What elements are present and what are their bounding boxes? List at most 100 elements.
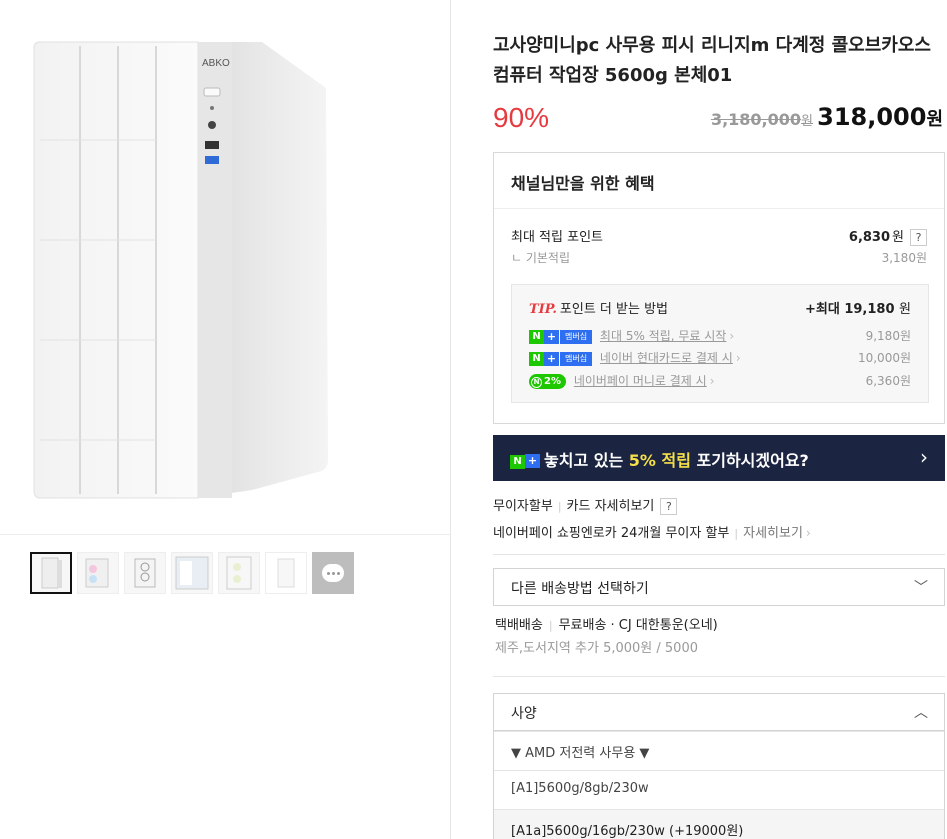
- tip-item-text[interactable]: 네이버 현대카드로 결제 시: [600, 351, 733, 365]
- tip-item-amount: 10,000원: [857, 351, 911, 365]
- thumbnail-3[interactable]: [124, 552, 166, 594]
- divider: [493, 676, 945, 677]
- max-points-label: 최대 적립 포인트: [511, 230, 603, 245]
- option-list: ▼ AMD 저전력 사무용 ▼ [A1]5600g/8gb/230w [A1a]…: [493, 731, 945, 839]
- original-price: 3,180,000원: [711, 110, 813, 129]
- naver-n-icon: N: [529, 329, 544, 344]
- sale-price-unit: 원: [926, 109, 943, 130]
- benefit-heading: 채널님만을 위한 혜택: [494, 153, 944, 209]
- option-select-label: 사양: [511, 706, 537, 722]
- tip-item-hyundai-card[interactable]: N + 멤버십 네이버 현대카드로 결제 시 › 10,000원: [529, 349, 911, 367]
- option-item[interactable]: [A1]5600g/8gb/230w: [494, 770, 944, 809]
- thumbnail-more-button[interactable]: [312, 552, 354, 594]
- thumbnail-1[interactable]: [30, 552, 72, 594]
- naverpay-badge: N 2%: [529, 374, 566, 389]
- shipping-line-1: 택배배송 | 무료배송 · CJ 대한통운(오네): [495, 614, 945, 637]
- plus-icon: +: [525, 454, 540, 468]
- more-dots-icon: [322, 564, 344, 582]
- naver-n-icon: N: [531, 377, 542, 388]
- membership-badge: 멤버십: [560, 351, 593, 366]
- help-icon[interactable]: ?: [660, 498, 678, 515]
- thumbnail-pc-icon: [41, 557, 62, 589]
- tip-item-amount: 9,180원: [865, 329, 911, 343]
- brand-logo: ABKO: [202, 58, 230, 69]
- help-icon[interactable]: ?: [910, 229, 927, 246]
- tip-item-membership[interactable]: N + 멤버십 최대 5% 적립, 무료 시작 › 9,180원: [529, 327, 911, 345]
- option-select[interactable]: 사양 ︿: [493, 693, 945, 731]
- thumbnail-5[interactable]: [218, 552, 260, 594]
- thumbnail-pc-icon: [85, 558, 109, 588]
- membership-badge: 멤버십: [560, 329, 593, 344]
- product-gallery: ABKO: [0, 0, 451, 839]
- max-points-unit: 원: [892, 230, 904, 245]
- chevron-right-icon: ›: [729, 329, 735, 343]
- tip-item-naverpay-money[interactable]: N 2% 네이버페이 머니로 결제 시 › 6,360원: [529, 372, 911, 390]
- card-details-link[interactable]: 카드 자세히보기: [567, 499, 655, 514]
- chevron-right-icon: ›: [805, 526, 811, 540]
- banner-text-pre: 놓치고 있는: [544, 451, 629, 470]
- details-link[interactable]: 자세히보기: [743, 526, 803, 541]
- product-main-image[interactable]: ABKO: [0, 0, 450, 535]
- sale-price-value: 318,000: [817, 103, 927, 131]
- thumbnail-pc-icon: [277, 558, 295, 588]
- base-points-value: 3,180원: [881, 251, 927, 265]
- thumbnail-pc-icon: [175, 556, 209, 590]
- pc-case-illustration: ABKO: [33, 41, 328, 499]
- thumbnail-4[interactable]: [171, 552, 213, 594]
- sale-price: 318,000원: [817, 103, 943, 131]
- naver-n-icon: N: [529, 351, 544, 366]
- chevron-right-icon: ›: [735, 351, 741, 365]
- banner-highlight: 5% 적립: [628, 451, 691, 470]
- delivery-select-label: 다른 배송방법 선택하기: [511, 581, 649, 597]
- naverpay-installment-text: 네이버페이 쇼핑엔로카 24개월 무이자 할부: [493, 526, 730, 541]
- product-info: 고사양미니pc 사무용 피시 리니지m 다계정 콜오브카오스 컴퓨터 작업장 5…: [493, 0, 947, 839]
- max-points-amount: 6,830: [848, 230, 891, 245]
- chevron-down-icon: ﹀: [914, 580, 928, 596]
- tip-item-amount: 6,360원: [865, 374, 911, 388]
- tip-heading-text: 포인트 더 받는 방법: [559, 302, 668, 317]
- shipping-info: 택배배송 | 무료배송 · CJ 대한통운(오네) 제주,도서지역 추가 5,000…: [495, 614, 945, 660]
- chevron-right-icon: ›: [920, 445, 928, 469]
- tip-box: TIP. 포인트 더 받는 방법 +최대 19,180 원 N + 멤버십 최대 5%…: [511, 284, 929, 403]
- tip-item-text[interactable]: 최대 5% 적립, 무료 시작: [600, 329, 726, 343]
- divider: [493, 554, 945, 555]
- interest-free-label: 무이자할부: [493, 499, 553, 514]
- option-item[interactable]: [A1a]5600g/16gb/230w (+19000원): [494, 809, 944, 839]
- benefit-box: 채널님만을 위한 혜택 최대 적립 포인트 6,830 원? ㄴ 기본적립 3,1…: [493, 152, 945, 424]
- thumbnail-pc-icon: [134, 558, 156, 588]
- chevron-right-icon: ›: [709, 374, 715, 388]
- thumbnail-pc-icon: [226, 556, 252, 590]
- plus-icon: +: [544, 329, 559, 344]
- max-points-value: 6,830 원?: [849, 226, 927, 246]
- membership-promo-banner[interactable]: N + 놓치고 있는 5% 적립 포기하시겠어요? ›: [493, 435, 945, 481]
- discount-rate: 90%: [493, 102, 550, 133]
- separator: |: [557, 500, 562, 513]
- original-price-value: 3,180,000: [710, 110, 802, 129]
- separator: |: [548, 619, 553, 632]
- thumbnail-2[interactable]: [77, 552, 119, 594]
- shipping-method: 택배배송: [495, 618, 543, 633]
- thumbnail-6[interactable]: [265, 552, 307, 594]
- plus-icon: +: [544, 351, 559, 366]
- naver-n-icon: N: [510, 455, 525, 469]
- option-group-header: ▼ AMD 저전력 사무용 ▼: [494, 731, 944, 770]
- separator: |: [734, 527, 739, 540]
- price-row: 90% 3,180,000원 318,000원: [493, 100, 945, 140]
- naverpay-percent: 2%: [544, 376, 561, 387]
- chevron-up-icon: ︿: [914, 705, 928, 721]
- base-points-label: ㄴ 기본적립: [511, 251, 571, 265]
- tip-item-text[interactable]: 네이버페이 머니로 결제 시: [574, 374, 707, 388]
- product-title: 고사양미니pc 사무용 피시 리니지m 다계정 콜오브카오스 컴퓨터 작업장 5…: [493, 35, 931, 86]
- installment-line-2: 네이버페이 쇼핑엔로카 24개월 무이자 할부 | 자세히보기 ›: [493, 520, 945, 547]
- shipping-fee: 무료배송 · CJ 대한통운(오네): [558, 618, 718, 633]
- delivery-method-select[interactable]: 다른 배송방법 선택하기 ﹀: [493, 568, 945, 606]
- tip-max: +최대 19,180 원: [805, 298, 911, 317]
- tip-word: TIP.: [529, 302, 557, 317]
- original-price-unit: 원: [801, 114, 813, 129]
- banner-text-post: 포기하시겠어요?: [690, 451, 809, 470]
- tip-max-unit: 원: [899, 302, 911, 317]
- thumbnail-strip: [30, 552, 354, 594]
- installment-line-1: 무이자할부 | 카드 자세히보기?: [493, 494, 945, 520]
- tip-heading: TIP. 포인트 더 받는 방법: [529, 298, 668, 317]
- tip-max-amount: +최대 19,180: [804, 302, 895, 317]
